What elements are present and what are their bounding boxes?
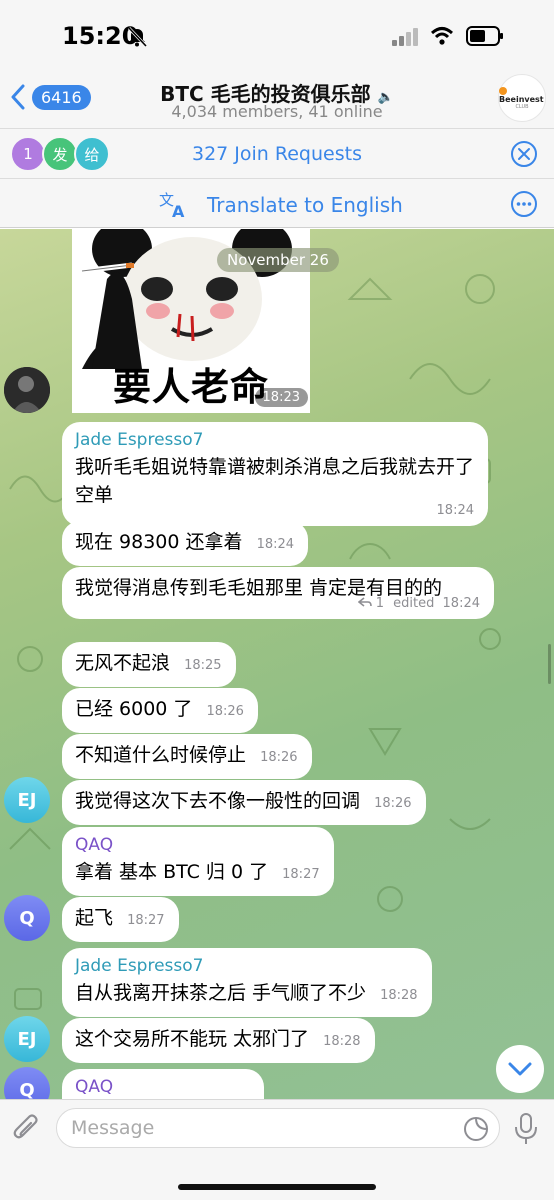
message-field[interactable] <box>56 1108 500 1148</box>
chevron-down-icon <box>508 1062 532 1076</box>
status-bar: 15:20 <box>0 0 554 72</box>
microphone-icon[interactable] <box>512 1112 540 1146</box>
chat-header: 6416 BTC 毛毛的投资俱乐部 🔈 4,034 members, 41 on… <box>0 72 554 130</box>
join-requests-bar[interactable]: 1 发 给 327 Join Requests <box>0 128 554 178</box>
message-text: 拿着 基本 BTC 归 0 了 <box>75 861 269 883</box>
message-text: 这个交易所不能玩 太邪门了 <box>75 1028 310 1050</box>
bell-muted-icon <box>127 26 148 48</box>
svg-text:A: A <box>172 202 185 219</box>
message-time: 18:24 <box>436 503 474 518</box>
sender-name[interactable]: QAQ <box>75 834 320 856</box>
home-indicator[interactable] <box>178 1184 376 1190</box>
close-icon[interactable] <box>510 140 538 168</box>
message-bubble[interactable]: 不知道什么时候停止 18:26 <box>62 734 312 779</box>
message-time: 18:28 <box>323 1034 361 1049</box>
sticker-time: 18:23 <box>254 388 308 407</box>
message-bubble[interactable]: Jade Espresso7 我听毛毛姐说特靠谱被刺杀消息之后我就去开了空单 1… <box>62 422 488 526</box>
message-text: 自从我离开抹茶之后 手气顺了不少 <box>75 982 367 1004</box>
sender-name[interactable]: Jade Espresso7 <box>75 955 418 977</box>
wifi-icon <box>430 27 454 45</box>
chat-area[interactable]: 要人老命 18:23 November 26 Jade Espresso7 我听… <box>0 229 554 1099</box>
group-avatar-brand: Beeinvest <box>499 86 545 104</box>
message-bubble[interactable]: 我觉得消息传到毛毛姐那里 肯定是有目的的 1 edited 18:24 <box>62 567 494 619</box>
message-text: 不知道什么时候停止 <box>75 744 247 766</box>
sender-name[interactable]: Jade Espresso7 <box>75 429 474 451</box>
sender-avatar[interactable]: EJ <box>4 1016 50 1062</box>
sender-avatar-photo[interactable] <box>4 367 50 413</box>
message-bubble[interactable]: Jade Espresso7 自从我离开抹茶之后 手气顺了不少 18:28 <box>62 948 432 1017</box>
scroll-indicator[interactable] <box>548 644 551 684</box>
date-separator: November 26 <box>217 248 339 272</box>
translate-icon: 文 A <box>159 191 185 219</box>
message-bubble[interactable]: 这个交易所不能玩 太邪门了 18:28 <box>62 1018 375 1063</box>
message-bubble[interactable]: 起飞 18:27 <box>62 897 179 942</box>
translate-bar[interactable]: 文 A Translate to English <box>0 178 554 228</box>
message-bubble[interactable]: 我觉得这次下去不像一般性的回调 18:26 <box>62 780 426 825</box>
message-text: 已经 6000 了 <box>75 698 193 720</box>
reply-count: 1 <box>375 596 385 611</box>
message-time: 18:27 <box>127 913 165 928</box>
message-time: 18:26 <box>206 704 244 719</box>
message-bubble[interactable]: 无风不起浪 18:25 <box>62 642 236 687</box>
paperclip-icon[interactable] <box>12 1112 42 1144</box>
group-avatar[interactable]: Beeinvest CLUB <box>498 74 546 122</box>
message-bubble[interactable]: 已经 6000 了 18:26 <box>62 688 258 733</box>
message-time: 18:28 <box>380 988 418 1003</box>
reply-icon <box>357 597 372 607</box>
message-time: 18:25 <box>184 658 222 673</box>
background-pattern <box>9 475 70 1010</box>
translate-label: Translate to English <box>207 193 403 217</box>
sender-avatar[interactable]: Q <box>4 895 50 941</box>
more-icon[interactable] <box>510 190 538 218</box>
message-text: 无风不起浪 <box>75 652 171 674</box>
message-input-bar <box>0 1099 554 1200</box>
message-bubble[interactable]: QAQ <box>62 1069 264 1099</box>
battery-icon <box>466 26 503 46</box>
message-input[interactable] <box>71 1117 451 1139</box>
message-text: 我听毛毛姐说特靠谱被刺杀消息之后我就去开了空单 <box>75 456 475 506</box>
chat-subtitle: 4,034 members, 41 online <box>171 102 383 121</box>
message-text: 我觉得这次下去不像一般性的回调 <box>75 790 361 812</box>
edited-label: edited <box>393 596 435 611</box>
join-requests-label: 327 Join Requests <box>192 143 362 165</box>
message-time: 18:26 <box>260 750 298 765</box>
signal-icon <box>392 28 418 46</box>
message-text: 现在 98300 还拿着 <box>75 531 243 553</box>
group-avatar-sub: CLUB <box>515 104 529 110</box>
sender-avatar[interactable]: EJ <box>4 777 50 823</box>
message-time: 18:27 <box>282 867 320 882</box>
sticker-icon[interactable] <box>463 1116 489 1142</box>
message-bubble[interactable]: QAQ 拿着 基本 BTC 归 0 了 18:27 <box>62 827 334 896</box>
message-bubble[interactable]: 现在 98300 还拿着 18:24 <box>62 521 309 566</box>
message-time: 18:24 <box>256 537 295 552</box>
message-time: 18:26 <box>374 796 412 811</box>
message-text: 起飞 <box>75 907 114 929</box>
sender-name[interactable]: QAQ <box>75 1076 250 1098</box>
person-photo-icon <box>4 367 50 413</box>
scroll-down-button[interactable] <box>496 1045 544 1093</box>
message-time: 18:24 <box>442 596 480 611</box>
